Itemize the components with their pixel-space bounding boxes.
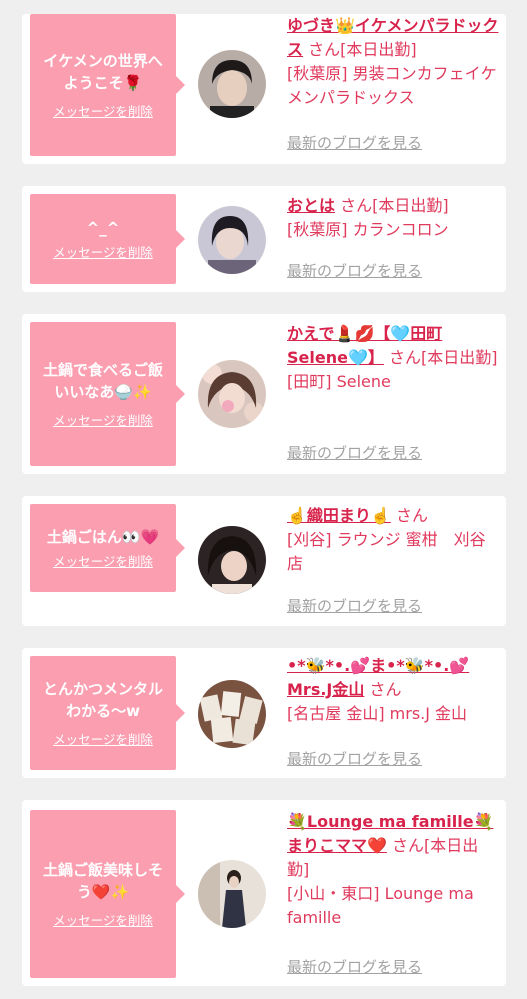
cast-status: さん	[369, 680, 402, 699]
shop-name: [秋葉原] 男装コンカフェイケメンパラドックス	[287, 64, 497, 107]
cast-status: さん[本日出勤]	[388, 348, 498, 367]
message-bubble: 土鍋ご飯美味しそう❤️✨ メッセージを削除	[30, 810, 185, 978]
cast-name-link[interactable]: おとは	[287, 196, 335, 215]
avatar[interactable]	[198, 50, 266, 118]
shop-name: [小山・東口] Lounge ma famille	[287, 884, 474, 927]
message-bubble: イケメンの世界へようこそ🌹 メッセージを削除	[30, 14, 185, 156]
avatar[interactable]	[198, 680, 266, 748]
cast-info: おとは さん[本日出勤] [秋葉原] カランコロン	[287, 194, 499, 242]
message-bubble: 土鍋で食べるご飯いいなあ🍚✨ メッセージを削除	[30, 322, 185, 466]
shop-name: [刈谷] ラウンジ 蜜柑 刈谷店	[287, 530, 486, 573]
cast-info: かえで💄💋【🩵田町Selene🩵】 さん[本日出勤] [田町] Selene	[287, 322, 499, 394]
cast-status: さん[本日出勤]	[308, 40, 417, 59]
delete-message-link[interactable]: メッセージを削除	[53, 732, 153, 748]
message-text: 土鍋ごはん👀💗	[46, 528, 160, 546]
message-card: 土鍋ごはん👀💗 メッセージを削除 ☝️織田まり☝️ さん [刈谷] ラウンジ 蜜…	[22, 496, 506, 626]
avatar[interactable]	[198, 206, 266, 274]
message-text: イケメンの世界へようこそ🌹	[43, 52, 163, 92]
latest-blog-link[interactable]: 最新のブログを見る	[287, 749, 422, 769]
delete-message-link[interactable]: メッセージを削除	[53, 554, 153, 570]
latest-blog-link[interactable]: 最新のブログを見る	[287, 261, 422, 281]
avatar[interactable]	[198, 860, 266, 928]
cast-status: さん[本日出勤]	[340, 196, 449, 215]
message-text: とんかつメンタルわかる〜w	[42, 680, 163, 720]
avatar[interactable]	[198, 526, 266, 594]
message-card: イケメンの世界へようこそ🌹 メッセージを削除 ゆづき👑イケメンパラドックス さん…	[22, 14, 506, 164]
message-bubble: とんかつメンタルわかる〜w メッセージを削除	[30, 656, 185, 770]
message-card: 土鍋で食べるご飯いいなあ🍚✨ メッセージを削除 かえで💄💋【🩵田町Selene🩵…	[22, 314, 506, 474]
message-text: ^_^	[86, 219, 120, 237]
shop-name: [秋葉原] カランコロン	[287, 220, 449, 239]
latest-blog-link[interactable]: 最新のブログを見る	[287, 957, 422, 977]
delete-message-link[interactable]: メッセージを削除	[53, 104, 153, 120]
message-bubble: ^_^ メッセージを削除	[30, 194, 185, 284]
latest-blog-link[interactable]: 最新のブログを見る	[287, 133, 422, 153]
message-card: ^_^ メッセージを削除 おとは さん[本日出勤] [秋葉原] カランコロン 最…	[22, 186, 506, 292]
avatar[interactable]	[198, 360, 266, 428]
cast-info: ゆづき👑イケメンパラドックス さん[本日出勤] [秋葉原] 男装コンカフェイケメ…	[287, 14, 499, 110]
message-text: 土鍋で食べるご飯いいなあ🍚✨	[42, 361, 163, 401]
cast-info: •*🐝*•.💕ま•*🐝*•.💕Mrs.J金山 さん [名古屋 金山] mrs.J…	[287, 654, 499, 726]
delete-message-link[interactable]: メッセージを削除	[53, 913, 153, 929]
message-card: とんかつメンタルわかる〜w メッセージを削除 •*🐝*•.💕ま•*🐝*•.💕Mr…	[22, 648, 506, 778]
cast-info: ☝️織田まり☝️ さん [刈谷] ラウンジ 蜜柑 刈谷店	[287, 504, 499, 576]
delete-message-link[interactable]: メッセージを削除	[53, 245, 153, 261]
latest-blog-link[interactable]: 最新のブログを見る	[287, 443, 422, 463]
delete-message-link[interactable]: メッセージを削除	[53, 413, 153, 429]
shop-name: [田町] Selene	[287, 372, 391, 391]
message-bubble: 土鍋ごはん👀💗 メッセージを削除	[30, 504, 185, 592]
cast-info: 💐Lounge ma famille💐まりこママ❤️ さん[本日出勤] [小山・…	[287, 810, 499, 930]
shop-name: [名古屋 金山] mrs.J 金山	[287, 704, 468, 723]
latest-blog-link[interactable]: 最新のブログを見る	[287, 596, 422, 616]
message-text: 土鍋ご飯美味しそう❤️✨	[42, 861, 163, 901]
cast-status: さん	[395, 506, 428, 525]
message-card: 土鍋ご飯美味しそう❤️✨ メッセージを削除 💐Lounge ma famille…	[22, 800, 506, 986]
cast-name-link[interactable]: ☝️織田まり☝️	[287, 506, 391, 525]
